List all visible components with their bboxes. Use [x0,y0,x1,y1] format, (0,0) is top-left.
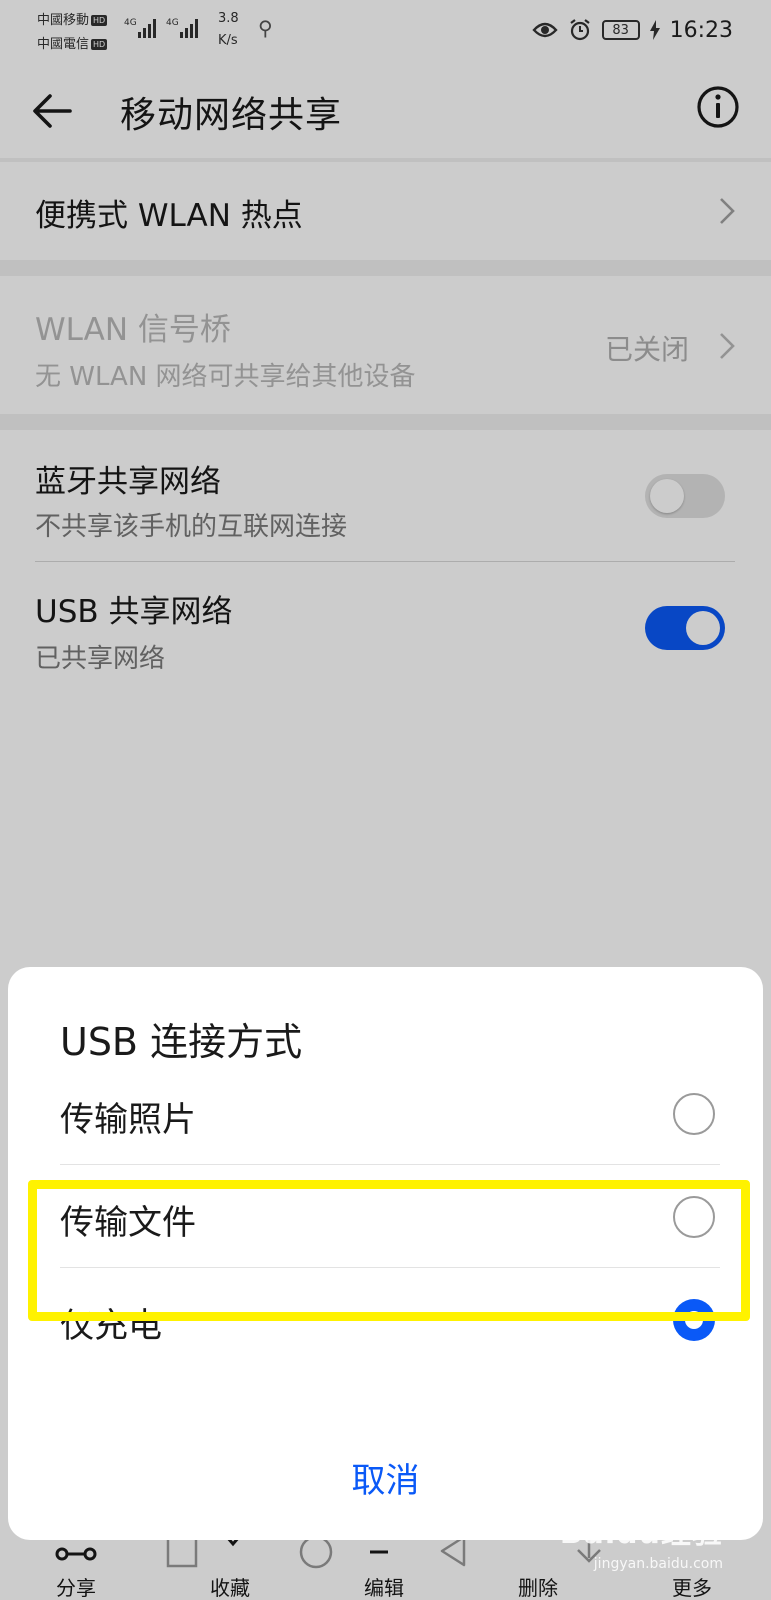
radio-transfer-photos[interactable] [673,1093,715,1135]
option-label: 传输照片 [60,1100,196,1140]
dialog-title: USB 连接方式 [60,1020,303,1064]
cancel-button[interactable]: 取消 [8,1453,763,1502]
option-transfer-photos[interactable]: 传输照片 [8,1066,763,1162]
highlight-annotation [28,1180,750,1321]
option-divider [60,1164,720,1165]
watermark-logo: Baidu经验 [559,1516,723,1551]
watermark-url: jingyan.baidu.com [593,1556,723,1572]
